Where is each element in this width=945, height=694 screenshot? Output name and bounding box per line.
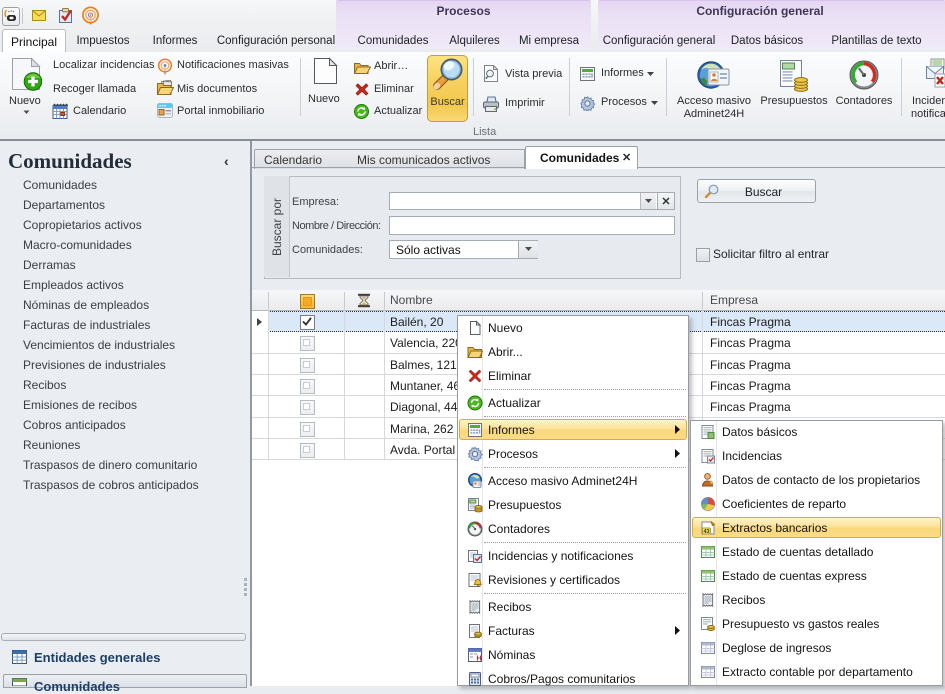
svg-text:H: H [477, 655, 482, 662]
svg-text:43: 43 [704, 529, 710, 535]
